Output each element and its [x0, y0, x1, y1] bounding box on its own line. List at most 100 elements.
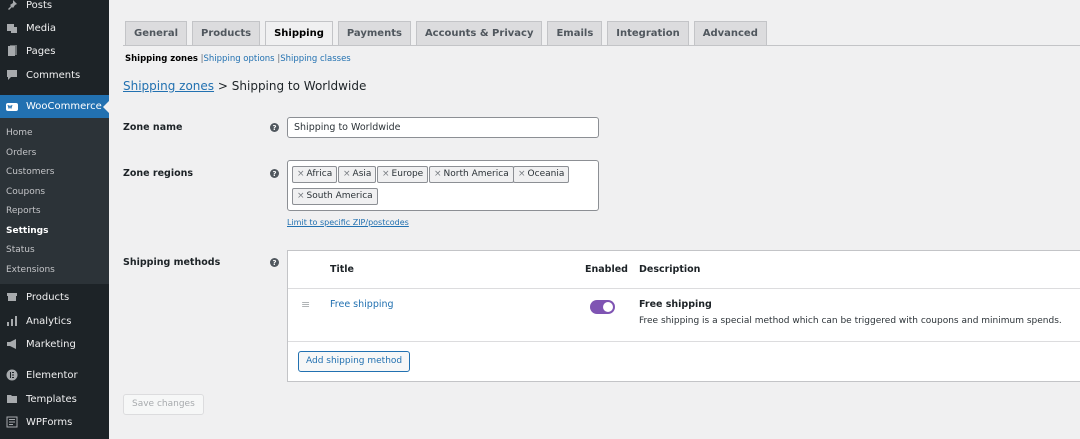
zone-name-label: Zone name [123, 122, 183, 133]
breadcrumb-shipping-zones-link[interactable]: Shipping zones [123, 79, 214, 93]
shipping-subnav: Shipping zones |Shipping options |Shippi… [125, 54, 351, 64]
settings-tabs: General Products Shipping Payments Accou… [125, 21, 772, 46]
region-chip[interactable]: × Africa [292, 166, 338, 183]
region-chip-label: Africa [306, 169, 333, 179]
subnav-shipping-options[interactable]: Shipping options [204, 54, 275, 64]
remove-icon[interactable]: × [297, 169, 305, 179]
help-icon[interactable]: ? [270, 258, 279, 267]
region-chip-label: Oceania [527, 169, 565, 179]
current-menu-arrow [103, 101, 109, 113]
column-description: Description [639, 264, 701, 275]
help-icon[interactable]: ? [270, 123, 279, 132]
submenu-item-customers[interactable]: Customers [6, 167, 54, 177]
remove-icon[interactable]: × [434, 169, 442, 179]
woocommerce-icon [6, 101, 18, 113]
save-changes-button[interactable]: Save changes [123, 394, 204, 415]
sidebar-item-label: Media [26, 22, 57, 34]
sidebar-item-comments[interactable]: Comments [0, 64, 109, 86]
sidebar-item-products[interactable]: Products [0, 286, 109, 308]
add-shipping-method-button[interactable]: Add shipping method [298, 351, 411, 372]
submenu-item-status[interactable]: Status [6, 245, 35, 255]
sidebar-item-label: WPForms [26, 416, 73, 428]
sidebar-item-pages[interactable]: Pages [0, 40, 109, 62]
submenu-item-settings[interactable]: Settings [6, 226, 48, 236]
sidebar-item-templates[interactable]: Templates [0, 388, 109, 410]
submenu-item-reports[interactable]: Reports [6, 206, 41, 216]
submenu-item-coupons[interactable]: Coupons [6, 187, 45, 197]
tab-shipping[interactable]: Shipping [265, 21, 333, 46]
sidebar-item-elementor[interactable]: Elementor [0, 364, 109, 386]
media-icon [6, 22, 18, 34]
folder-icon [6, 393, 18, 405]
subnav-shipping-classes[interactable]: Shipping classes [280, 54, 351, 64]
breadcrumb: Shipping zones > Shipping to Worldwide [123, 79, 366, 93]
tab-accounts-privacy[interactable]: Accounts & Privacy [415, 21, 543, 45]
submenu-item-orders[interactable]: Orders [6, 148, 36, 158]
limit-zip-postcodes-link[interactable]: Limit to specific ZIP/postcodes [287, 218, 409, 227]
region-chip[interactable]: × Europe [377, 166, 429, 183]
submenu-item-home[interactable]: Home [6, 128, 33, 138]
tab-products[interactable]: Products [192, 21, 261, 45]
table-header: Title Enabled Description [288, 251, 1080, 289]
page-title: Shipping to Worldwide [231, 79, 367, 93]
pages-icon [6, 45, 18, 57]
pin-icon [6, 0, 18, 11]
table-row: ≡ Free shipping Free shipping Free shipp… [288, 289, 1080, 342]
drag-handle-icon[interactable]: ≡ [301, 298, 310, 311]
tab-integration[interactable]: Integration [607, 21, 689, 45]
tab-emails[interactable]: Emails [547, 21, 603, 45]
sidebar-item-label: Elementor [26, 369, 78, 381]
region-chip[interactable]: × Oceania [513, 166, 570, 183]
forms-icon [6, 416, 18, 428]
sidebar-item-marketing[interactable]: Marketing [0, 333, 109, 355]
woocommerce-submenu: Home Orders Customers Coupons Reports Se… [0, 118, 109, 284]
sidebar-item-label: WooCommerce [26, 101, 102, 112]
help-icon[interactable]: ? [270, 169, 279, 178]
sidebar-item-label: Analytics [26, 315, 72, 327]
remove-icon[interactable]: × [382, 169, 390, 179]
zone-name-input[interactable]: Shipping to Worldwide [287, 117, 599, 138]
region-chip-label: North America [443, 169, 509, 179]
remove-icon[interactable]: × [343, 169, 351, 179]
sidebar-item-label: Templates [26, 393, 77, 405]
elementor-icon [6, 369, 18, 381]
sidebar-item-label: Products [26, 291, 70, 303]
region-chip-label: South America [306, 191, 373, 201]
products-icon [6, 291, 18, 303]
sidebar-item-media[interactable]: Media [0, 17, 109, 39]
region-chip-label: Europe [391, 169, 424, 179]
sidebar-item-label: Comments [26, 69, 81, 81]
zone-regions-label: Zone regions [123, 168, 194, 179]
region-chip[interactable]: × South America [292, 188, 378, 205]
remove-icon[interactable]: × [297, 191, 305, 201]
subnav-shipping-zones[interactable]: Shipping zones [125, 54, 198, 64]
region-chip[interactable]: × North America [429, 166, 514, 183]
method-title-link[interactable]: Free shipping [330, 299, 394, 310]
comment-icon [6, 69, 18, 81]
enabled-toggle[interactable] [590, 300, 615, 314]
megaphone-icon [6, 338, 18, 350]
sidebar-item-woocommerce[interactable]: WooCommerce [0, 95, 109, 118]
zone-regions-select[interactable]: × Africa × Asia × Europe × North America × Oc… [287, 160, 599, 211]
column-title: Title [330, 264, 354, 275]
sidebar-item-posts[interactable]: Posts [0, 0, 109, 16]
breadcrumb-separator: > [217, 79, 228, 93]
tabs-divider [123, 45, 1080, 46]
tab-advanced[interactable]: Advanced [693, 21, 767, 45]
admin-sidebar: Posts Media Pages Comments WooCommerce H… [0, 0, 109, 439]
analytics-icon [6, 315, 18, 327]
submenu-item-extensions[interactable]: Extensions [6, 265, 55, 275]
tab-payments[interactable]: Payments [337, 21, 411, 45]
column-enabled: Enabled [585, 264, 628, 275]
toggle-knob [603, 302, 613, 312]
remove-icon[interactable]: × [518, 169, 526, 179]
shipping-methods-table: Title Enabled Description ≡ Free shippin… [287, 250, 1080, 382]
sidebar-item-wpforms[interactable]: WPForms [0, 411, 109, 433]
sidebar-item-analytics[interactable]: Analytics [0, 310, 109, 332]
region-chip[interactable]: × Asia [338, 166, 377, 183]
region-chip-label: Asia [352, 169, 372, 179]
sidebar-item-label: Marketing [26, 338, 76, 350]
method-description-title: Free shipping [639, 299, 712, 310]
tab-general[interactable]: General [125, 21, 187, 45]
method-description-text: Free shipping is a special method which … [639, 316, 1062, 326]
